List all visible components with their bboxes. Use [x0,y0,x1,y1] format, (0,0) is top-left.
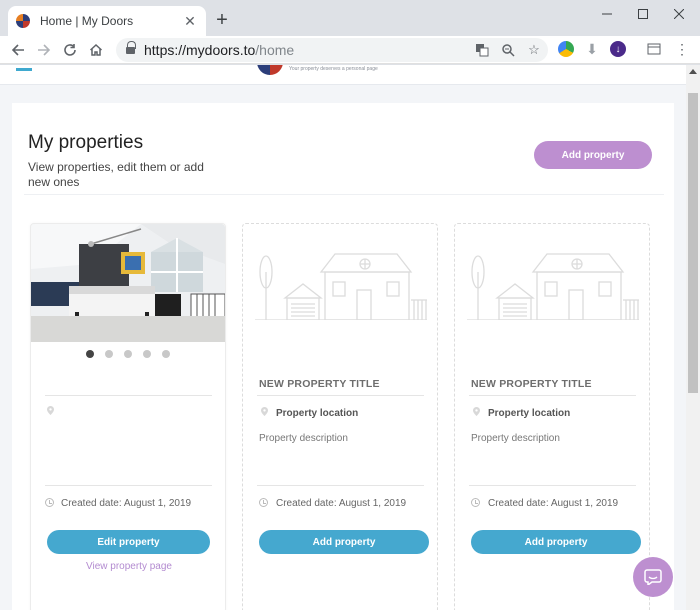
home-icon[interactable] [84,38,108,62]
page-title: My properties [28,132,144,153]
page-viewport: Your property deserves a personal page M… [0,65,686,610]
created-date: Created date: August 1, 2019 [276,498,407,509]
forward-icon[interactable] [32,38,56,62]
close-window-icon[interactable] [664,2,694,26]
browser-toolbar: https://mydoors.to/home ☆ ⬇ ↓ ⋮ [0,36,700,64]
more-options-icon[interactable]: ⋮ [674,41,690,57]
clock-icon [259,498,268,507]
property-description: Property description [259,433,348,444]
property-title: NEW PROPERTY TITLE [259,378,380,390]
house-illustration-icon [467,253,639,320]
property-description: Property description [471,433,560,444]
page-subtitle: View properties, edit them or add new on… [28,160,204,189]
carousel-dot[interactable] [143,350,151,358]
panel-divider [24,194,664,195]
extension-color-icon[interactable] [558,41,574,57]
download-gray-icon[interactable]: ⬇ [584,41,600,57]
logo-icon[interactable] [257,65,283,75]
photo-carousel-dots [31,350,225,358]
card-divider [45,395,212,396]
location-pin-icon [261,407,268,416]
property-photo[interactable] [31,224,225,342]
property-card: Created date: August 1, 2019 Edit proper… [30,223,226,610]
url-host: https://mydoors.to [144,42,256,58]
property-location: Property location [488,408,571,419]
created-date: Created date: August 1, 2019 [61,498,192,509]
carousel-dot[interactable] [162,350,170,358]
scroll-thumb[interactable] [688,93,698,393]
menu-icon[interactable] [16,68,32,71]
site-tagline: Your property deserves a personal page [289,66,378,72]
reload-icon[interactable] [58,38,82,62]
property-card-placeholder: NEW PROPERTY TITLE Property location Pro… [242,223,438,610]
extension-menu-icon[interactable] [646,41,662,57]
carousel-dot[interactable] [86,350,94,358]
card-divider [257,485,424,486]
download-extension-icon[interactable]: ↓ [610,41,626,57]
card-divider [469,395,636,396]
chat-icon [644,569,662,585]
site-header: Your property deserves a personal page [0,65,686,85]
back-icon[interactable] [6,38,30,62]
chat-widget-button[interactable] [633,557,673,597]
location-pin-icon [473,407,480,416]
url-path: /home [255,42,295,58]
maximize-icon[interactable] [628,2,658,26]
page-scrollbar[interactable] [686,65,700,610]
add-property-card-button[interactable]: Add property [471,530,641,554]
location-pin-icon [47,406,54,415]
card-divider [469,485,636,486]
house-illustration-icon [255,253,427,320]
bookmark-star-icon[interactable]: ☆ [526,42,542,58]
add-property-button[interactable]: Add property [534,141,652,169]
property-title: NEW PROPERTY TITLE [471,378,592,390]
card-divider [45,485,212,486]
favicon-icon [16,14,30,28]
new-tab-icon[interactable]: + [212,10,232,30]
card-divider [257,395,424,396]
properties-panel: My properties View properties, edit them… [12,103,674,610]
minimize-icon[interactable] [592,2,622,26]
carousel-dot[interactable] [124,350,132,358]
tab-title: Home | My Doors [40,14,134,28]
add-property-card-button[interactable]: Add property [259,530,429,554]
browser-tab-strip: Home | My Doors ✕ + [0,0,700,36]
carousel-dot[interactable] [105,350,113,358]
edit-property-button[interactable]: Edit property [47,530,210,554]
address-bar[interactable]: https://mydoors.to/home ☆ [116,38,548,62]
lock-icon [126,41,136,55]
scroll-up-arrow-icon[interactable] [689,69,697,74]
created-date: Created date: August 1, 2019 [488,498,619,509]
property-card-placeholder: NEW PROPERTY TITLE Property location Pro… [454,223,650,610]
clock-icon [45,498,54,507]
view-property-page-link[interactable]: View property page [31,561,227,572]
translate-icon[interactable] [474,42,490,58]
zoom-icon[interactable] [500,42,516,58]
clock-icon [471,498,480,507]
property-location: Property location [276,408,359,419]
browser-tab[interactable]: Home | My Doors ✕ [8,6,206,36]
close-tab-icon[interactable]: ✕ [182,13,198,30]
